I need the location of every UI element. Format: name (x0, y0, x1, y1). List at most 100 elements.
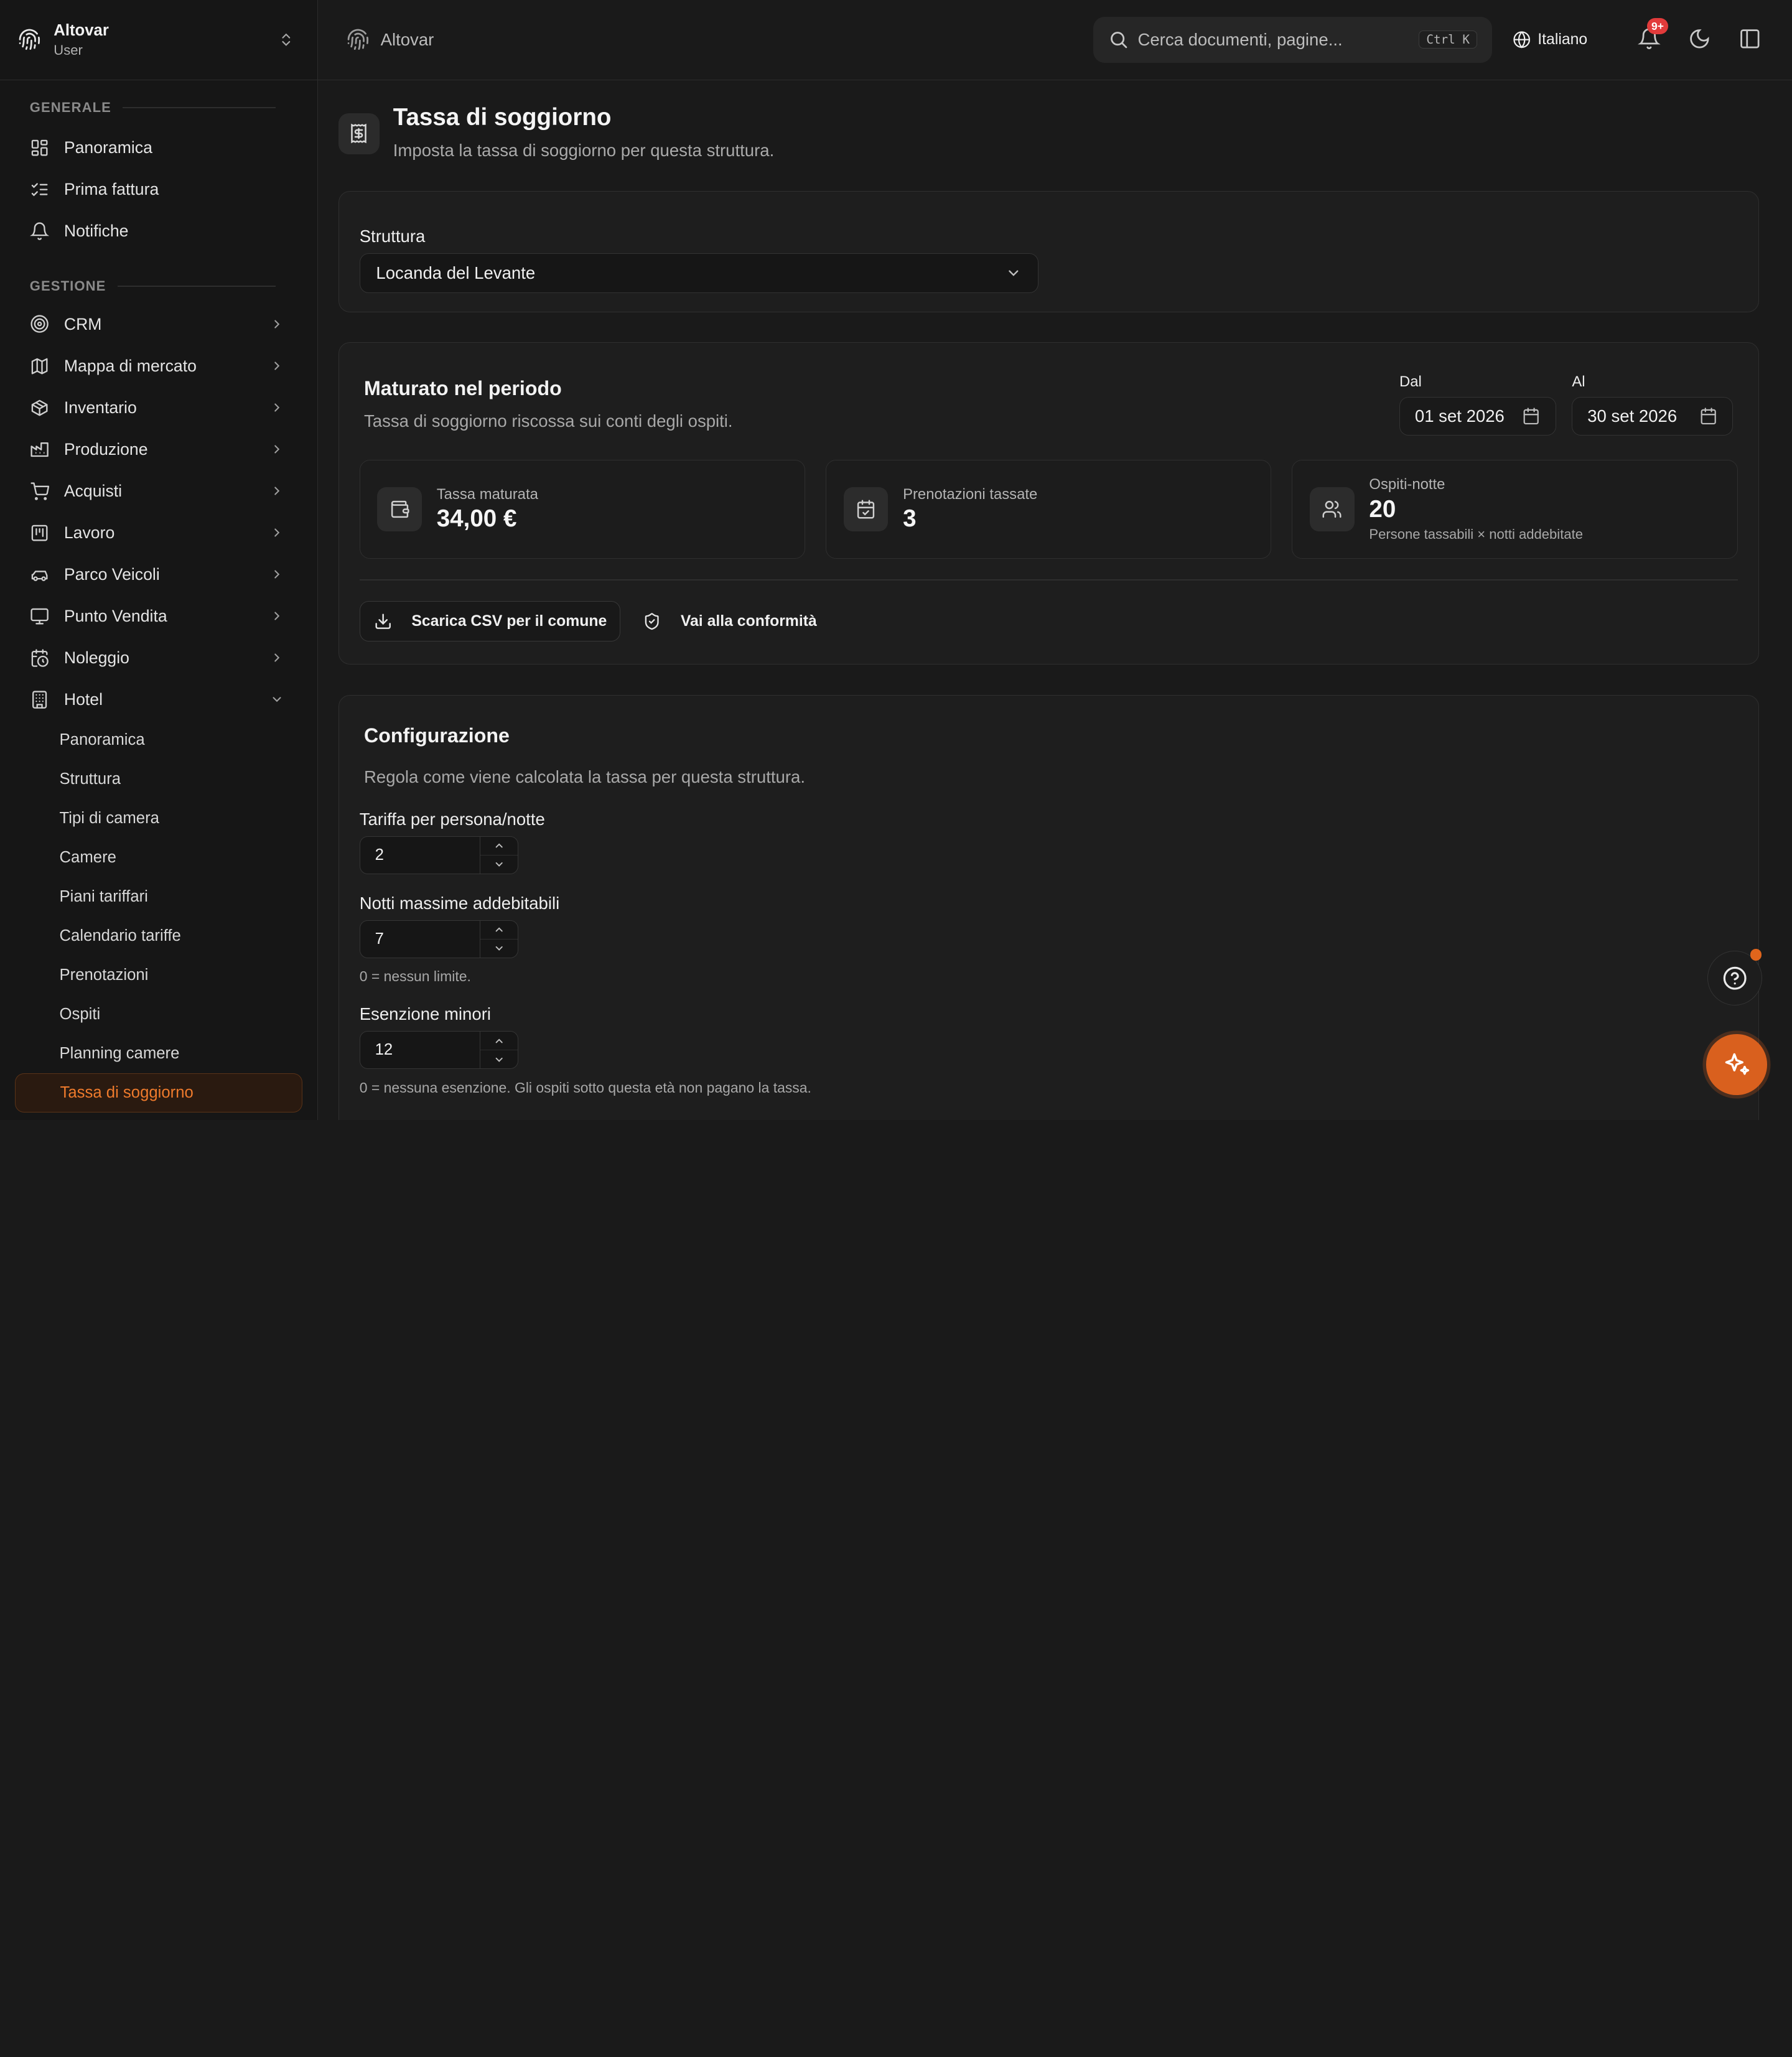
compliance-button[interactable]: Vai alla conformità (620, 601, 831, 641)
stat-value: 20 (1369, 495, 1396, 523)
sidebar-subitem-panoramica[interactable]: Panoramica (15, 721, 302, 760)
sidebar-item-panoramica[interactable]: Panoramica (15, 127, 302, 169)
workspace-switcher[interactable]: Altovar User (0, 0, 317, 80)
chevron-right-icon (274, 403, 280, 412)
increment-button[interactable] (480, 837, 518, 856)
max-nights-value[interactable]: 7 (360, 921, 480, 958)
period-title: Maturato nel periodo (364, 376, 562, 399)
section-label-management: GESTIONE (15, 276, 302, 297)
page-title: Tassa di soggiorno (393, 104, 612, 131)
map-icon (31, 358, 48, 374)
max-nights-field: Notti massime addebitabili 7 0 = nessun … (359, 893, 1738, 985)
chevron-up-icon (495, 1038, 503, 1043)
sidebar-item-prima-fattura[interactable]: Prima fattura (15, 169, 302, 210)
sidebar-subitem-struttura[interactable]: Struttura (15, 760, 302, 799)
sidebar-item-crm[interactable]: CRM (15, 304, 302, 345)
notification-badge: 9+ (1646, 17, 1669, 34)
chevron-down-icon (495, 1057, 503, 1062)
chevron-up-icon (495, 844, 503, 848)
sidebar-item-label: Prima fattura (63, 179, 159, 198)
minor-exemption-field: Esenzione minori 12 0 = nessuna esenzion… (359, 1004, 1738, 1096)
max-nights-stepper[interactable]: 7 (359, 920, 518, 958)
decrement-button[interactable] (480, 1050, 518, 1068)
sidebar-item-label: Panoramica (63, 138, 152, 157)
search-input[interactable] (1137, 29, 1419, 50)
workspace-name: Altovar (54, 21, 109, 39)
period-actions: Scarica CSV per il comune Vai alla confo… (359, 601, 1738, 641)
sidebar-item-label: Noleggio (63, 648, 129, 667)
calendar-check-icon (843, 487, 889, 532)
sidebar-item-hotel[interactable]: Hotel (15, 679, 302, 721)
sidebar-item-produzione[interactable]: Produzione (15, 429, 302, 470)
panel-toggle-button[interactable] (1738, 27, 1763, 52)
language-selector[interactable]: Italiano (1513, 30, 1587, 49)
stat-label: Tassa maturata (436, 485, 538, 503)
sidebar-item-punto-vendita[interactable]: Punto Vendita (15, 595, 302, 637)
decrement-button[interactable] (480, 856, 518, 874)
fingerprint-icon (347, 29, 368, 50)
chevron-down-icon (495, 862, 503, 867)
chevron-down-icon (495, 946, 503, 951)
max-nights-hint: 0 = nessun limite. (359, 968, 471, 985)
theme-toggle-button[interactable] (1688, 27, 1713, 52)
sidebar-subitem-planning-camere[interactable]: Planning camere (15, 1034, 302, 1073)
structure-select[interactable]: Locanda del Levante (359, 253, 1038, 293)
ai-assistant-button[interactable] (1706, 1034, 1767, 1095)
sidebar-item-noleggio[interactable]: Noleggio (15, 637, 302, 679)
search-icon (1110, 32, 1127, 49)
period-subtitle: Tassa di soggiorno riscossa sui conti de… (364, 411, 733, 431)
search-box[interactable]: Ctrl K (1093, 17, 1492, 63)
minor-exemption-value[interactable]: 12 (360, 1032, 480, 1068)
chevron-right-icon (274, 320, 280, 329)
breadcrumb[interactable]: Altovar (381, 30, 1093, 50)
help-button[interactable] (1707, 949, 1763, 1006)
notifications-button[interactable]: 9+ (1638, 17, 1669, 52)
rate-field: Tariffa per persona/notte 2 (359, 809, 1738, 874)
sidebar-subitem-ospiti[interactable]: Ospiti (15, 995, 302, 1034)
config-title: Configurazione (364, 724, 510, 747)
sidebar-item-notifiche[interactable]: Notifiche (15, 210, 302, 252)
users-icon (1309, 487, 1355, 532)
checklist-icon (31, 183, 48, 197)
rate-value[interactable]: 2 (360, 837, 480, 874)
sidebar-subitem-piani-tariffari[interactable]: Piani tariffari (15, 877, 302, 917)
sidebar-item-acquisti[interactable]: Acquisti (15, 470, 302, 512)
sidebar-item-label: CRM (63, 314, 102, 334)
stat-card-tax-accrued: Tassa maturata 34,00 € (359, 459, 805, 559)
sidebar-item-label: Parco Veicoli (63, 564, 160, 584)
chevron-down-icon (273, 697, 281, 702)
sidebar-item-inventario[interactable]: Inventario (15, 387, 302, 429)
increment-button[interactable] (480, 921, 518, 940)
chevrons-up-down-icon (282, 33, 291, 46)
date-from-value: 01 set 2026 (1414, 406, 1505, 426)
date-to-value: 30 set 2026 (1587, 406, 1678, 426)
download-csv-button[interactable]: Scarica CSV per il comune (359, 601, 620, 641)
stat-note: Persone tassabili × notti addebitate (1369, 526, 1583, 543)
divider (359, 579, 1738, 581)
fingerprint-icon (19, 29, 40, 50)
rate-stepper[interactable]: 2 (359, 836, 518, 874)
date-from-picker[interactable]: 01 set 2026 (1399, 396, 1556, 436)
increment-button[interactable] (480, 1032, 518, 1051)
chevron-right-icon (274, 528, 280, 537)
decrement-button[interactable] (480, 940, 518, 958)
sidebar-item-mappa-di-mercato[interactable]: Mappa di mercato (15, 345, 302, 387)
stat-value: 34,00 € (436, 505, 517, 533)
minor-exemption-stepper[interactable]: 12 (359, 1031, 518, 1070)
stat-label: Prenotazioni tassate (903, 485, 1038, 503)
sidebar-subitem-tipi-di-camera[interactable]: Tipi di camera (15, 799, 302, 838)
chevron-right-icon (274, 445, 280, 454)
topbar: Altovar Ctrl K Italiano 9+ (317, 0, 1792, 80)
cart-icon (30, 482, 49, 500)
chevron-right-icon (274, 570, 280, 579)
moon-icon (1690, 29, 1709, 49)
minor-exemption-hint: 0 = nessuna esenzione. Gli ospiti sotto … (359, 1079, 811, 1096)
sidebar-item-lavoro[interactable]: Lavoro (15, 512, 302, 554)
sidebar-subitem-camere[interactable]: Camere (15, 838, 302, 877)
sidebar-item-parco-veicoli[interactable]: Parco Veicoli (15, 554, 302, 595)
sidebar-subitem-calendario-tariffe[interactable]: Calendario tariffe (15, 917, 302, 956)
date-to-picker[interactable]: 30 set 2026 (1572, 396, 1734, 436)
factory-icon (30, 442, 49, 457)
sidebar-subitem-tassa-di-soggiorno[interactable]: Tassa di soggiorno (14, 1073, 302, 1112)
sidebar-subitem-prenotazioni[interactable]: Prenotazioni (15, 956, 302, 995)
